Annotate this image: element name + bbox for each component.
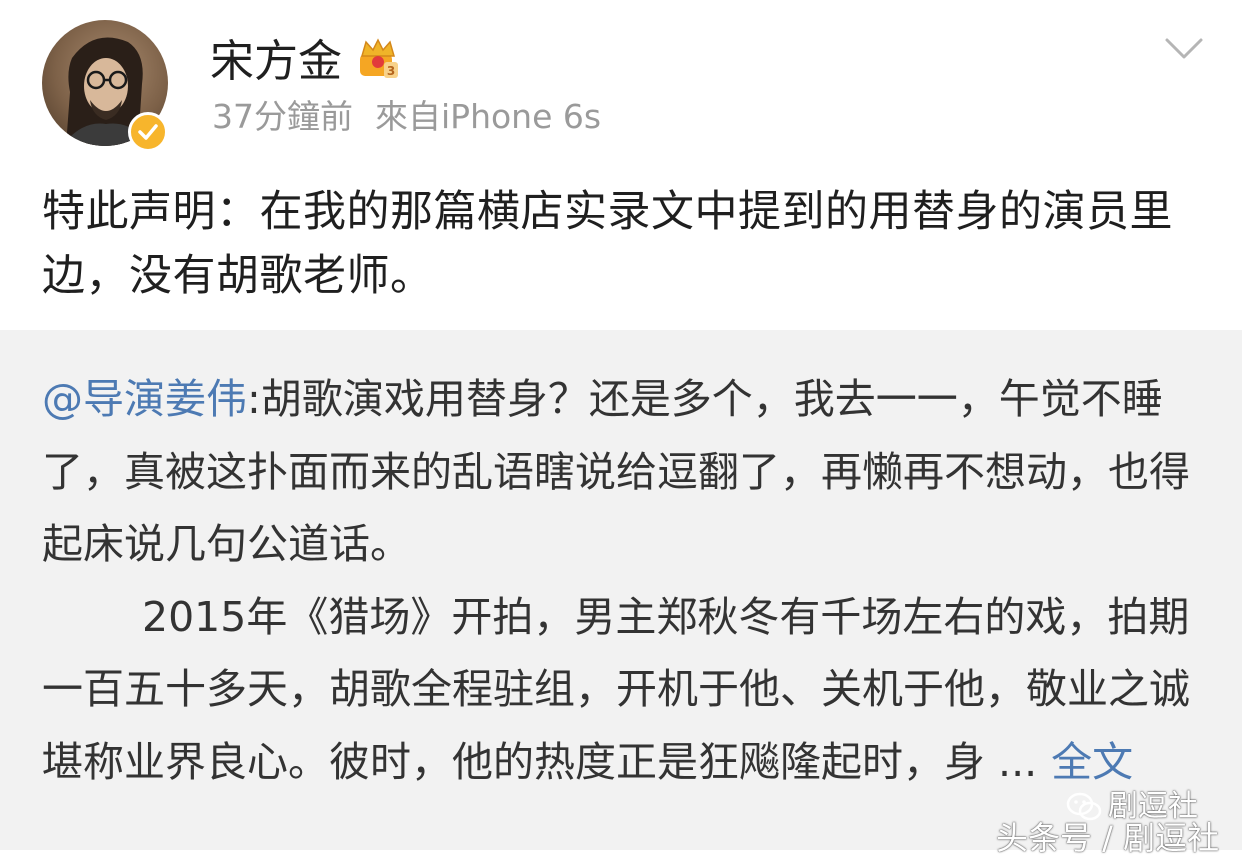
wechat-icon — [1066, 792, 1102, 821]
watermark-credit: 头条号 / 剧逗社 — [996, 819, 1220, 857]
repost-card[interactable]: @导演姜伟:胡歌演戏用替身？还是多个，我去一一，午觉不睡了，真被这扑面而来的乱语… — [0, 330, 1242, 850]
post-source: 來自iPhone 6s — [375, 97, 602, 136]
post-meta: 37分鐘前 來自iPhone 6s — [212, 96, 601, 138]
username[interactable]: 宋方金 — [210, 36, 342, 88]
chevron-down-icon[interactable] — [1164, 36, 1204, 62]
full-text-link[interactable]: 全文 — [1051, 738, 1133, 786]
post-header: 宋方金 3 37分鐘前 來自iPhone 6s — [0, 0, 1242, 160]
repost-paragraph-2: 2015年《猎场》开拍，男主郑秋冬有千场左右的戏，拍期一百五十多天，胡歌全程驻组… — [42, 581, 1202, 799]
svg-text:3: 3 — [387, 64, 395, 78]
verified-check-icon — [128, 112, 168, 152]
repost-paragraph-1: @导演姜伟:胡歌演戏用替身？还是多个，我去一一，午觉不睡了，真被这扑面而来的乱语… — [42, 363, 1202, 581]
member-crown-icon[interactable]: 3 — [356, 36, 400, 80]
repost-body: @导演姜伟:胡歌演戏用替身？还是多个，我去一一，午觉不睡了，真被这扑面而来的乱语… — [42, 363, 1202, 798]
watermark: 剧逗社 头条号 / 剧逗社 — [996, 788, 1236, 858]
mention-link[interactable]: @导演姜伟 — [42, 375, 247, 423]
post-body: 特此声明：在我的那篇横店实录文中提到的用替身的演员里边，没有胡歌老师。 — [42, 187, 1173, 301]
repost-text-2: 2015年《猎场》开拍，男主郑秋冬有千场左右的戏，拍期一百五十多天，胡歌全程驻组… — [42, 592, 1190, 786]
post-time: 37分鐘前 — [212, 97, 353, 136]
